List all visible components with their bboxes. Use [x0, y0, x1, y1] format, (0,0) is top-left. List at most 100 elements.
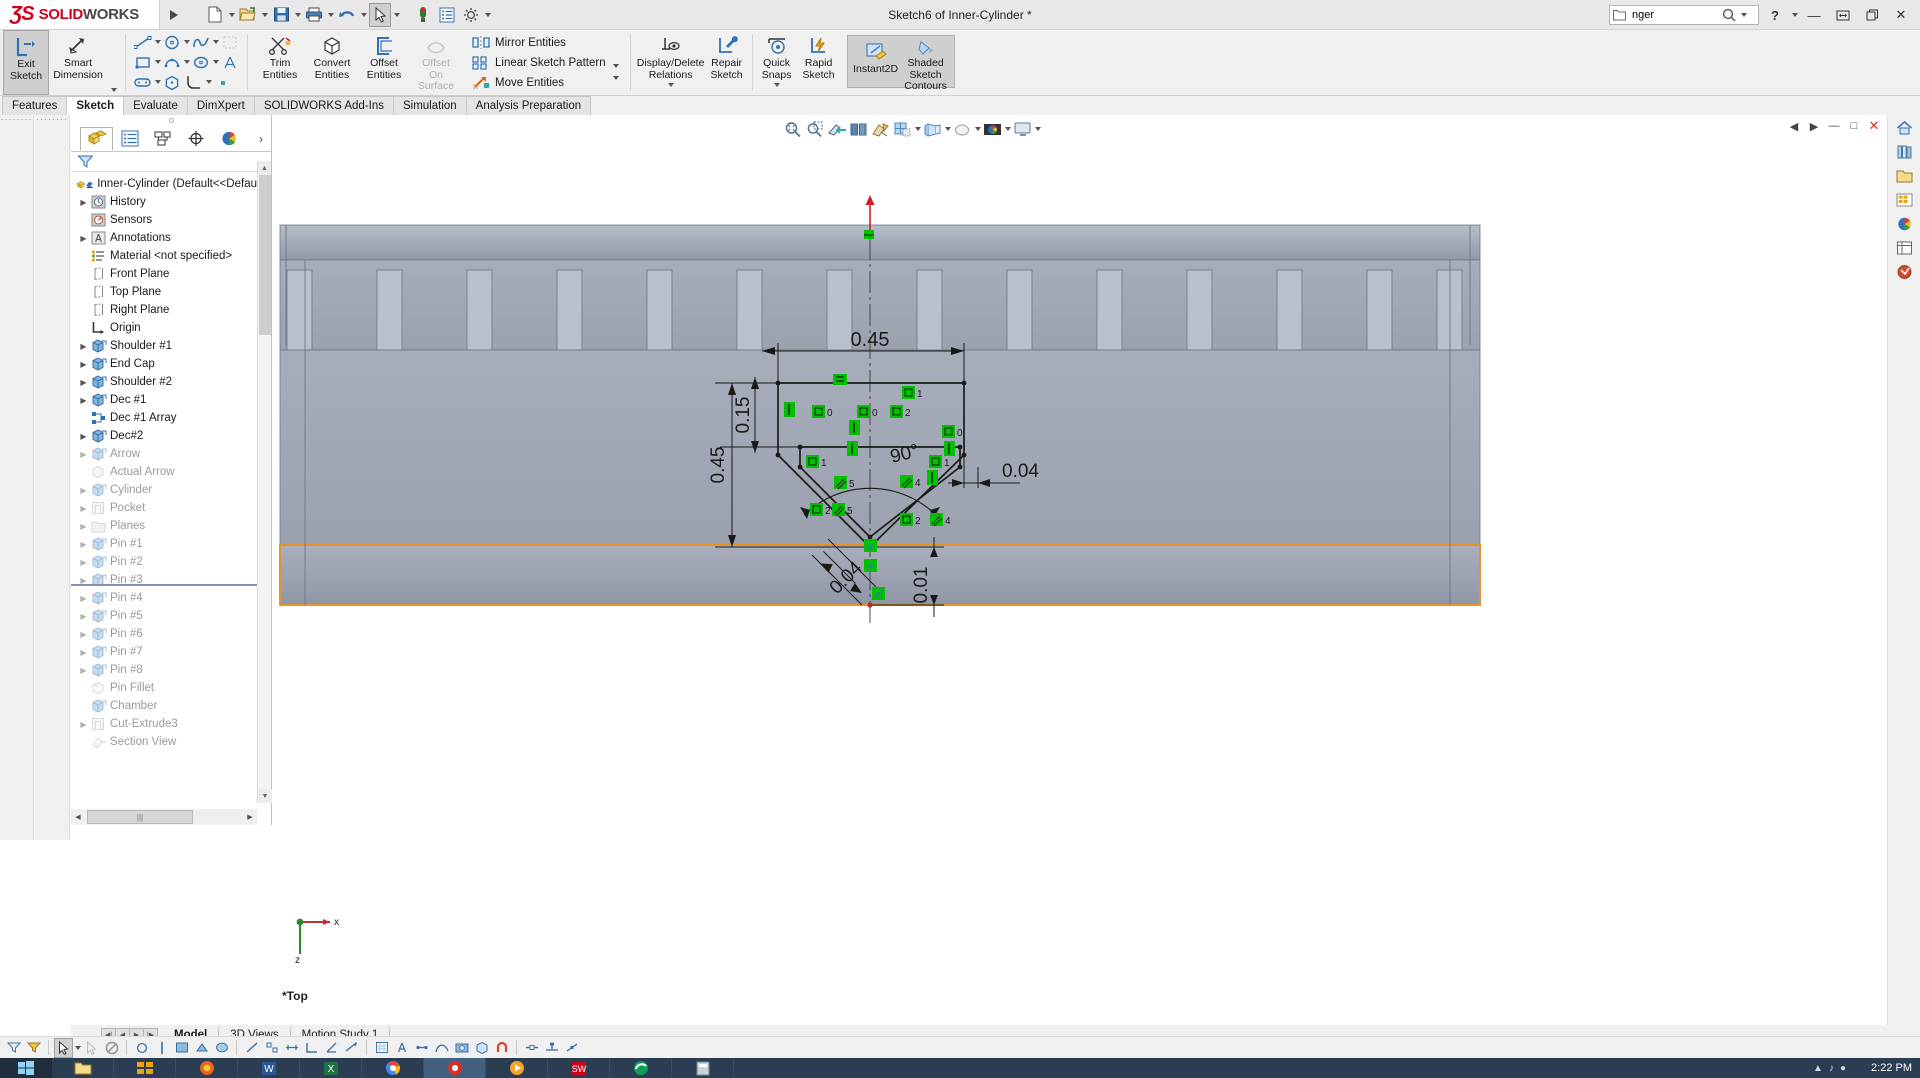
print-icon[interactable]	[303, 3, 325, 27]
linear-sketch-pattern-item[interactable]: Linear Sketch Pattern	[468, 53, 608, 72]
feature-tree-item[interactable]: ▶ Arrow	[71, 445, 257, 463]
feature-tree-item[interactable]: ▶ Pin #3	[71, 571, 257, 589]
feature-tree-item[interactable]: Right Plane	[71, 301, 257, 319]
line-vertical-icon[interactable]	[152, 1038, 171, 1058]
filter-dropdown-icon[interactable]	[24, 1038, 43, 1058]
circle-tool-icon[interactable]	[161, 33, 183, 51]
exit-sketch-chevron-down-icon[interactable]	[110, 88, 117, 92]
feature-tree[interactable]: Inner-Cylinder (Default<<Defau ▶ History Se…	[71, 175, 257, 803]
feature-manager-grip[interactable]	[71, 115, 271, 126]
relation-icon[interactable]	[412, 1038, 431, 1058]
search-box[interactable]	[1609, 5, 1759, 25]
expand-triangle-icon[interactable]: ▶	[77, 720, 90, 729]
feature-tree-item[interactable]: ▶ Cut-Extrude3	[71, 715, 257, 733]
expand-triangle-icon[interactable]: ▶	[77, 378, 90, 387]
box-shape-icon[interactable]	[472, 1038, 491, 1058]
fm-tab-display-manager[interactable]	[212, 127, 245, 151]
expand-triangle-icon[interactable]: ▶	[77, 432, 90, 441]
feature-tree-item[interactable]: ▶ Shoulder #1	[71, 337, 257, 355]
taskbar-clock[interactable]: 2:22 PM	[1871, 1062, 1912, 1074]
snap-horizontal-icon[interactable]	[522, 1038, 541, 1058]
offset-arrow-icon[interactable]	[342, 1038, 361, 1058]
feature-manager-expand-arrow[interactable]: ›	[259, 132, 271, 146]
taskbar-excel[interactable]: X	[300, 1058, 362, 1078]
arc-tool-icon[interactable]	[161, 53, 183, 71]
expand-triangle-icon[interactable]: ▶	[77, 504, 90, 513]
view-palette-icon[interactable]	[1888, 189, 1920, 211]
display-pane-chevron-down-icon[interactable]	[1035, 127, 1041, 131]
help-icon[interactable]: ?	[1762, 2, 1788, 28]
undo-icon[interactable]	[336, 3, 358, 27]
magnet-snap-icon[interactable]	[492, 1038, 511, 1058]
repair-sketch-button[interactable]: Repair Sketch	[705, 30, 749, 95]
custom-properties-icon[interactable]	[1888, 237, 1920, 259]
menu-expand-arrow-icon[interactable]	[170, 9, 178, 20]
feature-tree-item[interactable]: Chamber	[71, 697, 257, 715]
feature-tree-item[interactable]: ▶ Pin #7	[71, 643, 257, 661]
tab-analysis-preparation[interactable]: Analysis Preparation	[465, 96, 592, 115]
expand-triangle-icon[interactable]: ▶	[77, 594, 90, 603]
instant2d-button[interactable]: Instant2D	[850, 36, 901, 87]
tray-wifi-icon[interactable]: ●	[1840, 1063, 1846, 1074]
graphics-area[interactable]: ◀ ▶ — □ ✕ 0.45 0.15 0.45 90° 0.04 0.04 0…	[272, 115, 1886, 1025]
feature-tree-item[interactable]: ▶ Pin #8	[71, 661, 257, 679]
maximize-button[interactable]	[1859, 2, 1885, 28]
new-document-icon[interactable]	[204, 3, 226, 27]
close-button[interactable]: ✕	[1888, 2, 1914, 28]
apply-scene-button[interactable]	[952, 118, 973, 140]
smart-dimension-button[interactable]: Smart Dimension	[49, 30, 107, 95]
rail-grip-dots-b[interactable]: ············	[35, 115, 69, 123]
display-style-button[interactable]	[870, 118, 891, 140]
expand-triangle-icon[interactable]: ▶	[77, 612, 90, 621]
feature-tree-scrollbar[interactable]: ▲ ▼	[257, 161, 272, 803]
taskbar-file-explorer[interactable]	[52, 1058, 114, 1078]
display-pane-button[interactable]	[1012, 118, 1033, 140]
taskbar-firefox[interactable]	[176, 1058, 238, 1078]
expand-triangle-icon[interactable]: ▶	[77, 234, 90, 243]
feature-tree-item[interactable]: ▶ Pin #2	[71, 553, 257, 571]
sphere-icon[interactable]	[212, 1038, 231, 1058]
rectangle-face-icon[interactable]	[172, 1038, 191, 1058]
select-arrow-icon[interactable]	[54, 1037, 73, 1058]
open-document-chevron-down-icon[interactable]	[262, 12, 268, 17]
text-tool-icon[interactable]	[219, 53, 241, 71]
taskbar-word[interactable]: W	[238, 1058, 300, 1078]
tab-sketch[interactable]: Sketch	[66, 96, 125, 115]
expand-triangle-icon[interactable]: ▶	[77, 486, 90, 495]
start-button[interactable]	[0, 1058, 52, 1078]
feature-tree-horizontal-scrollbar[interactable]: ◀ ||| ▶	[71, 809, 257, 825]
feature-tree-item[interactable]: ▶ History	[71, 193, 257, 211]
snap-endpoint-icon[interactable]	[542, 1038, 561, 1058]
feature-tree-item[interactable]: Material <not specified>	[71, 247, 257, 265]
select-tool-chevron-down-icon[interactable]	[75, 1045, 81, 1050]
section-view-button[interactable]	[826, 118, 847, 140]
feature-tree-item[interactable]: ▶ Dec#2	[71, 427, 257, 445]
feature-tree-item[interactable]: ▶ Shoulder #2	[71, 373, 257, 391]
move-entities-item[interactable]: Move Entities	[468, 73, 608, 92]
corner-icon[interactable]	[302, 1038, 321, 1058]
hscroll-track[interactable]: |||	[85, 810, 243, 824]
expand-triangle-icon[interactable]: ▶	[77, 198, 90, 207]
feature-tree-item[interactable]: Dec #1 Array	[71, 409, 257, 427]
open-document-icon[interactable]	[237, 3, 259, 27]
point-icon[interactable]	[132, 1038, 151, 1058]
search-input[interactable]	[1630, 8, 1718, 22]
pattern-grid-icon[interactable]	[262, 1038, 281, 1058]
mirror-entities-item[interactable]: Mirror Entities	[468, 33, 608, 52]
view-settings-chevron-down-icon[interactable]	[1005, 127, 1011, 131]
shaded-face-icon[interactable]	[192, 1038, 211, 1058]
expand-triangle-icon[interactable]: ▶	[77, 360, 90, 369]
edit-appearance-chevron-down-icon[interactable]	[945, 127, 951, 131]
home-icon[interactable]	[1888, 117, 1920, 139]
tab-features[interactable]: Features	[2, 96, 68, 115]
taskbar-chrome[interactable]	[362, 1058, 424, 1078]
feature-tree-item[interactable]: Origin	[71, 319, 257, 337]
zoom-to-area-button[interactable]	[804, 118, 825, 140]
expand-triangle-icon[interactable]: ▶	[77, 630, 90, 639]
pane-minimize-button[interactable]: —	[1826, 118, 1842, 134]
taskbar-tiles[interactable]	[114, 1058, 176, 1078]
tab-evaluate[interactable]: Evaluate	[123, 96, 188, 115]
feature-tree-item[interactable]: ▶ Pocket	[71, 499, 257, 517]
linear-sketch-pattern-chevron-down-icon[interactable]	[612, 63, 619, 68]
expand-triangle-icon[interactable]: ▶	[77, 396, 90, 405]
